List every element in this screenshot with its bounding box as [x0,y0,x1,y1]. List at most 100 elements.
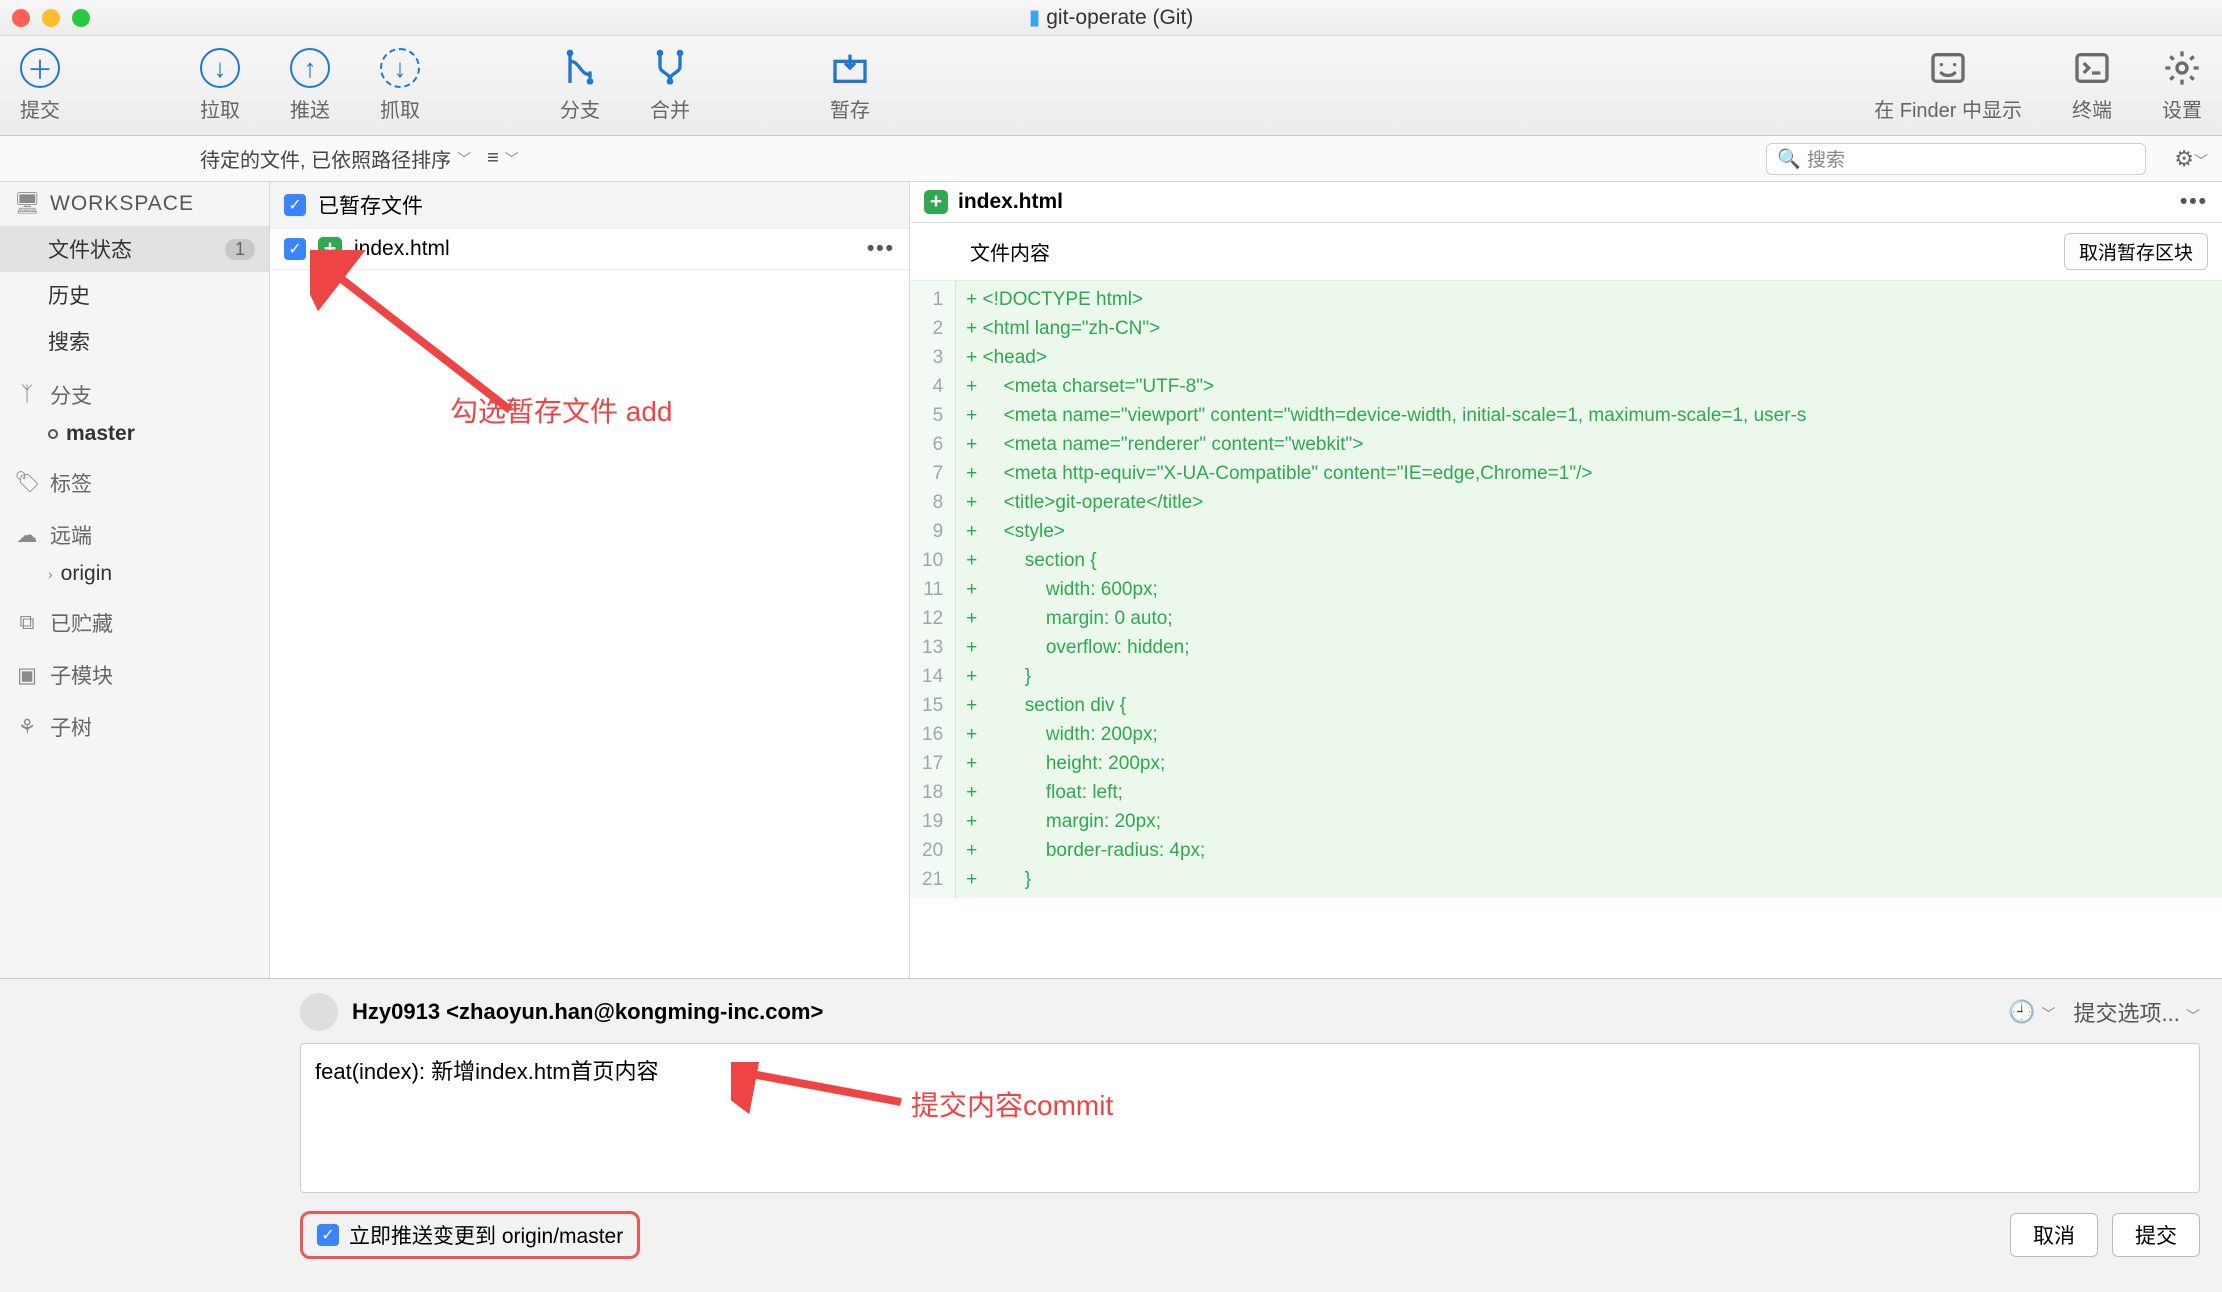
terminal-button[interactable]: 终端 [2072,48,2112,123]
sidebar-item-search[interactable]: 搜索 [0,318,269,364]
commit-label: 提交 [20,94,60,123]
fetch-button[interactable]: ↓ 抓取 [380,48,420,123]
submodules-label: 子模块 [50,660,113,690]
branch-button[interactable]: 分支 [560,48,600,123]
push-immediately-option[interactable]: ✓ 立即推送变更到 origin/master [300,1211,640,1259]
finder-label: 在 Finder 中显示 [1874,94,2022,123]
current-branch-icon [48,429,58,439]
sidebar-branch-master[interactable]: master [0,416,269,452]
commit-submit-button[interactable]: 提交 [2112,1213,2200,1257]
tags-label: 标签 [50,468,92,498]
stashes-section-header[interactable]: ⧉ 已贮藏 [0,592,269,644]
close-window-icon[interactable] [12,9,30,27]
terminal-label: 终端 [2072,94,2112,123]
staged-header-label: 已暂存文件 [318,190,423,220]
subtrees-label: 子树 [50,712,92,742]
origin-label: origin [61,562,112,586]
gear-icon [2162,48,2202,88]
commit-message-input[interactable]: feat(index): 新增index.htm首页内容 提交内容commit [300,1043,2200,1193]
stage-all-checkbox[interactable]: ✓ [284,194,306,216]
sidebar-item-file-status[interactable]: 文件状态 1 [0,226,269,272]
branches-label: 分支 [50,380,92,410]
search-placeholder: 搜索 [1807,145,1845,172]
push-label: 推送 [290,94,330,123]
maximize-window-icon[interactable] [72,9,90,27]
diff-code-view[interactable]: 123456789101112131415161718192021 + <!DO… [910,281,2222,898]
diff-file-header: + index.html ••• [910,182,2222,223]
workspace-label: WORKSPACE [50,192,194,216]
history-icon[interactable]: 🕘 ﹀ [2008,999,2056,1025]
commit-hint-text: 提交内容commit [911,1084,1113,1124]
arrow-up-circle-icon: ↑ [290,48,330,88]
traffic-lights[interactable] [12,9,90,27]
merge-button[interactable]: 合并 [650,48,690,123]
subtree-icon: ⚘ [14,715,40,740]
remotes-section-header[interactable]: ☁ 远端 [0,504,269,556]
unstage-hunk-button[interactable]: 取消暂存区块 [2064,233,2208,270]
push-button[interactable]: ↑ 推送 [290,48,330,123]
submodules-section-header[interactable]: ▣ 子模块 [0,644,269,696]
submodule-icon: ▣ [14,663,40,688]
diff-panel: + index.html ••• 文件内容 取消暂存区块 12345678910… [910,182,2222,978]
monitor-icon: 🖥 [14,192,40,216]
arrow-icon [310,250,530,430]
pull-button[interactable]: ↓ 拉取 [200,48,240,123]
push-checkbox[interactable]: ✓ [317,1224,339,1246]
sidebar-item-history[interactable]: 历史 [0,272,269,318]
show-in-finder-button[interactable]: 在 Finder 中显示 [1874,48,2022,123]
file-added-icon: + [924,190,948,214]
file-status-label: 文件状态 [48,234,132,264]
settings-label: 设置 [2162,94,2202,123]
diff-content-label: 文件内容 [970,237,1050,266]
branch-icon [560,48,600,88]
plus-circle-icon: ＋ [20,48,60,88]
pending-files-dropdown[interactable]: 待定的文件, 已依照路径排序 ﹀ [200,144,471,173]
sidebar-remote-origin[interactable]: › origin [0,556,269,592]
diff-more-button[interactable]: ••• [2180,190,2208,214]
search-input[interactable]: 🔍 搜索 [1766,143,2146,175]
commit-bottom-row: ✓ 立即推送变更到 origin/master 取消 提交 [300,1211,2200,1259]
file-status-badge: 1 [225,239,255,260]
folder-icon: ▮ [1029,6,1041,29]
code-lines: + <!DOCTYPE html>+ <html lang="zh-CN">+ … [956,281,2222,898]
stash-icon: ⧉ [14,611,40,635]
chevron-down-icon: ﹀ [505,149,519,169]
view-mode-dropdown[interactable]: ≡ ﹀ [487,147,519,170]
cancel-button[interactable]: 取消 [2010,1213,2098,1257]
branch-label: 分支 [560,94,600,123]
search-icon: 🔍 [1777,147,1801,171]
arrow-down-circle-icon: ↓ [200,48,240,88]
author-row: Hzy0913 <zhaoyun.han@kongming-inc.com> 🕘… [300,993,2200,1031]
merge-icon [650,48,690,88]
window-title: ▮git-operate (Git) [0,5,2222,30]
fetch-label: 抓取 [380,94,420,123]
settings-button[interactable]: 设置 [2162,48,2202,123]
annotation-commit-hint: 提交内容commit [911,1084,1113,1124]
commit-button[interactable]: ＋ 提交 [20,48,60,123]
subtrees-section-header[interactable]: ⚘ 子树 [0,696,269,748]
filter-bar: 待定的文件, 已依照路径排序 ﹀ ≡ ﹀ 🔍 搜索 ⚙︎﹀ [0,136,2222,182]
author-name: Hzy0913 <zhaoyun.han@kongming-inc.com> [352,999,823,1025]
stash-button[interactable]: 暂存 [830,48,870,123]
file-checkbox[interactable]: ✓ [284,238,306,260]
pending-label: 待定的文件, 已依照路径排序 [200,144,451,173]
merge-label: 合并 [650,94,690,123]
terminal-icon [2072,48,2112,88]
main-toolbar: ＋ 提交 ↓ 拉取 ↑ 推送 ↓ 抓取 分支 合并 暂存 在 Finder 中显… [0,36,2222,136]
list-icon: ≡ [487,147,499,170]
fetch-icon: ↓ [380,48,420,88]
tags-section-header[interactable]: 🏷 标签 [0,452,269,504]
commit-message-text: feat(index): 新增index.htm首页内容 [315,1059,659,1084]
staged-files-header[interactable]: ✓ 已暂存文件 [270,182,909,229]
commit-panel: Hzy0913 <zhaoyun.han@kongming-inc.com> 🕘… [0,978,2222,1292]
minimize-window-icon[interactable] [42,9,60,27]
push-now-label: 立即推送变更到 origin/master [349,1220,623,1250]
commit-options-dropdown[interactable]: 提交选项... ﹀ [2074,996,2200,1028]
workspace-section-header[interactable]: 🖥 WORKSPACE [0,182,269,226]
branches-section-header[interactable]: ᛉ 分支 [0,364,269,416]
window-title-text: git-operate (Git) [1046,6,1193,29]
finder-icon [1928,48,1968,88]
file-more-button[interactable]: ••• [867,237,895,261]
filter-settings-button[interactable]: ⚙︎﹀ [2174,146,2208,172]
file-list-panel: ✓ 已暂存文件 ✓ + index.html ••• 勾选暂存文件 add [270,182,910,978]
